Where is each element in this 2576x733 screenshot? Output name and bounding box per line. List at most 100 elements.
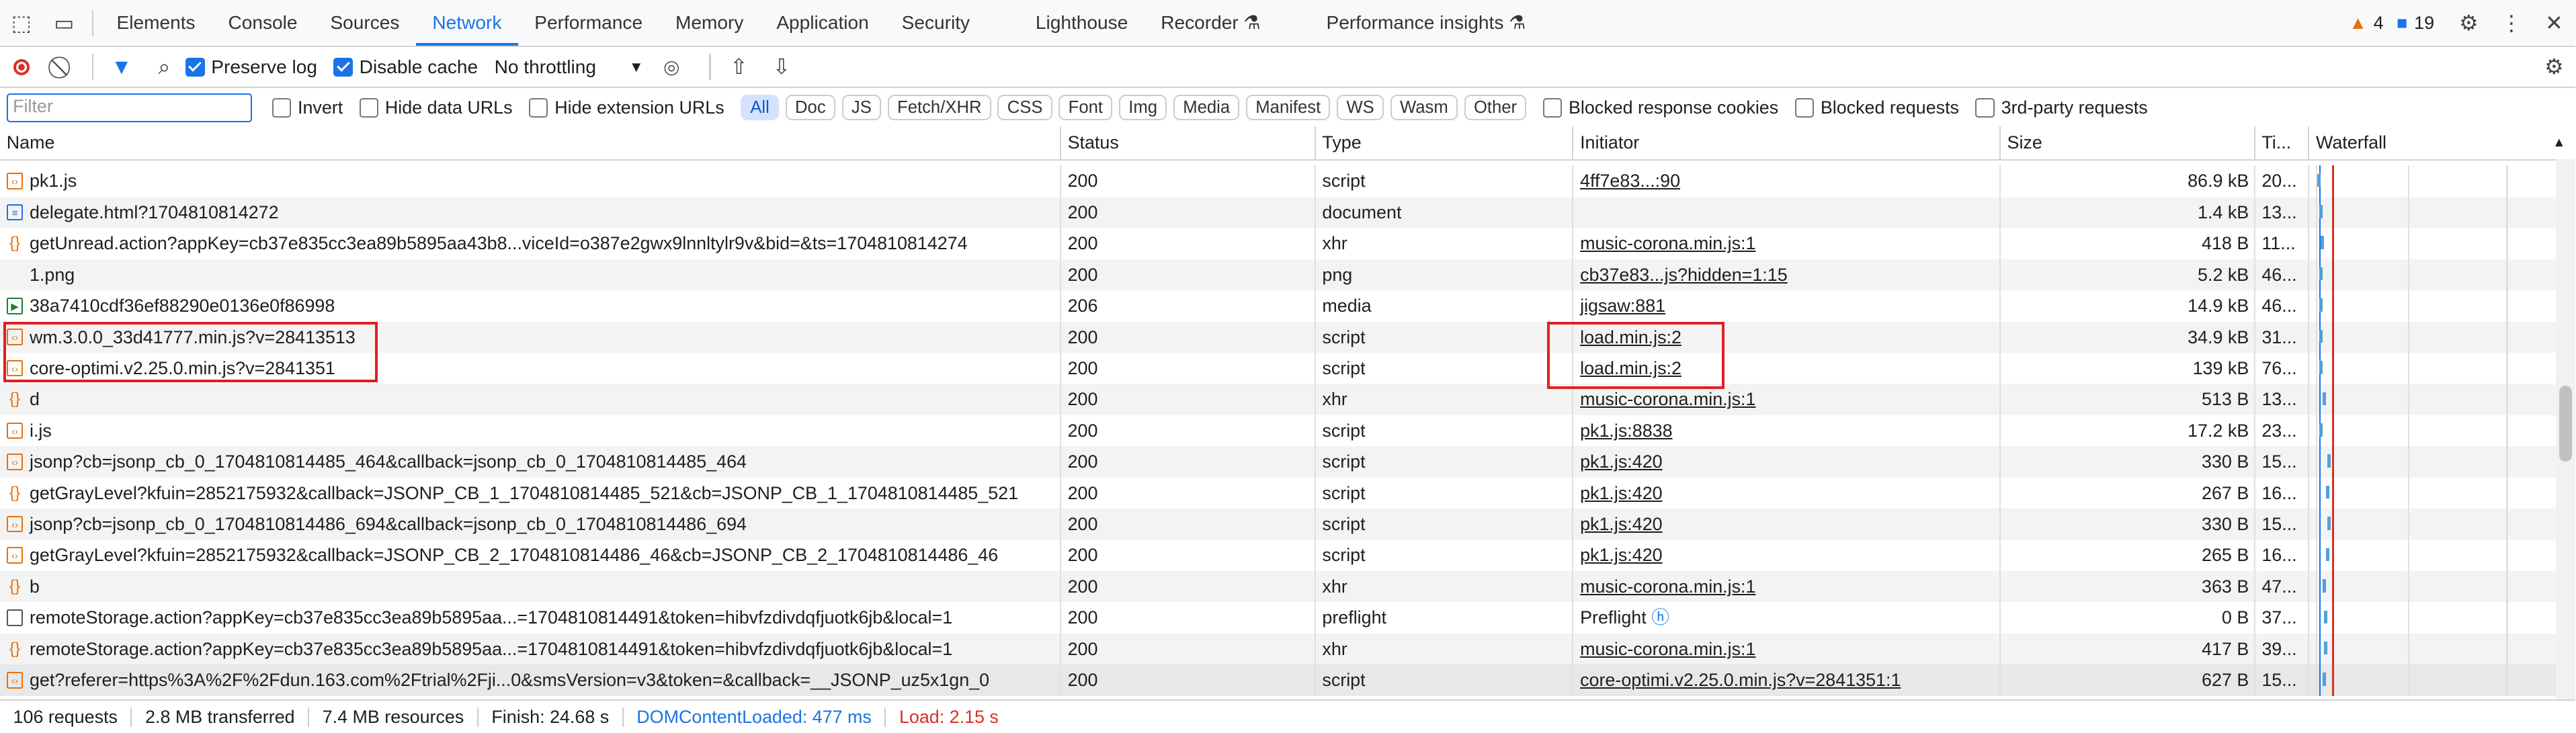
tab-elements[interactable]: Elements [100,0,212,46]
filter-chip-all[interactable]: All [741,95,780,121]
more-options-icon[interactable]: ⋮ [2490,1,2533,44]
import-har-icon[interactable]: ⇧ [718,46,761,89]
table-row[interactable]: {} getGrayLevel?kfuin=2852175932&callback… [0,477,2575,509]
column-name[interactable]: Name [0,126,1061,160]
table-row[interactable]: ‹› i.js 200 script pk1.js:8838 17.2 kB 23... [0,415,2575,447]
column-time[interactable]: Ti... [2255,126,2310,160]
tab-recorder[interactable]: Recorder ⚗ [1145,0,1277,46]
table-row[interactable]: ‹› jsonp?cb=jsonp_cb_0_1704810814485_464&… [0,446,2576,478]
initiator-link[interactable]: pk1.js:420 [1580,483,1663,503]
filter-chip-font[interactable]: Font [1058,95,1113,121]
table-row[interactable]: remoteStorage.action?appKey=cb37e835cc3e… [0,602,2575,634]
column-initiator[interactable]: Initiator [1573,126,2001,160]
table-row[interactable]: ‹› core-optimi.v2.25.0.min.js?v=2841351 20… [0,352,2575,384]
cell-initiator[interactable]: pk1.js:420 [1573,477,2001,509]
settings-gear-icon[interactable]: ⚙ [2448,1,2491,44]
initiator-link[interactable]: jigsaw:881 [1580,296,1665,316]
tab-console[interactable]: Console [212,0,314,46]
filter-chip-css[interactable]: CSS [997,95,1052,121]
filter-chip-wasm[interactable]: Wasm [1390,95,1458,121]
third-party-checkbox[interactable]: 3rd-party requests [1975,97,2148,118]
table-row[interactable]: ≡ delegate.html?1704810814272 200 document 1… [0,196,2576,228]
initiator-link[interactable]: core-optimi.v2.25.0.min.js?v=2841351:1 [1580,670,1901,690]
tab-performance[interactable]: Performance [518,0,659,46]
cell-name[interactable]: ‹› jsonp?cb=jsonp_cb_0_1704810814485_464&… [0,446,1061,478]
table-row[interactable]: {} d 200 xhr music-corona.min.js:1 513 B 13... [0,384,2576,415]
cell-name[interactable]: 1.png [0,259,1061,291]
issue-badges[interactable]: ▲ 4 ■ 19 [2349,13,2434,34]
cell-name[interactable]: ‹› getGrayLevel?kfuin=2852175932&callback… [0,540,1061,571]
cell-initiator[interactable]: jigsaw:881 [1573,290,2001,322]
tab-sources[interactable]: Sources [314,0,416,46]
table-row[interactable]: 1.png 200 png cb37e83...js?hidden=1:15 5.2 k… [0,259,2576,291]
table-row[interactable]: {} b 200 xhr music-corona.min.js:1 363 B 47... [0,570,2576,603]
invert-checkbox[interactable]: Invert [272,97,343,118]
disable-cache-checkbox[interactable]: Disable cache [333,56,478,78]
tab-security[interactable]: Security [885,0,986,46]
network-conditions-icon[interactable]: ◎ [663,56,680,78]
search-icon[interactable]: ⌕ [143,46,186,89]
cell-initiator[interactable]: music-corona.min.js:1 [1573,228,2001,259]
hide-extension-urls-checkbox[interactable]: Hide extension URLs [529,97,724,118]
network-settings-icon[interactable]: ⚙ [2533,46,2576,89]
initiator-link[interactable]: music-corona.min.js:1 [1580,389,1755,409]
filter-chip-manifest[interactable]: Manifest [1246,95,1331,121]
initiator-link[interactable]: music-corona.min.js:1 [1580,639,1755,659]
filter-chip-media[interactable]: Media [1173,95,1240,121]
initiator-link[interactable]: pk1.js:420 [1580,514,1663,534]
table-row[interactable]: ‹› jsonp?cb=jsonp_cb_0_1704810814486_694&… [0,509,2576,540]
preserve-log-checkbox[interactable]: Preserve log [185,56,317,78]
clear-icon[interactable]: ⃠ [43,46,86,89]
tab-memory[interactable]: Memory [659,0,760,46]
cell-name[interactable]: ‹› get?referer=https%3A%2F%2Fdun.163.com%… [0,664,1061,696]
close-icon[interactable]: ✕ [2533,1,2576,44]
throttling-select[interactable]: No throttling [495,56,596,78]
filter-chip-fetchxhr[interactable]: Fetch/XHR [887,95,991,121]
cell-initiator[interactable]: music-corona.min.js:1 [1573,570,2001,603]
blocked-cookies-checkbox[interactable]: Blocked response cookies [1542,97,1778,118]
cell-initiator[interactable]: pk1.js:8838 [1573,415,2001,447]
hide-data-urls-checkbox[interactable]: Hide data URLs [359,97,513,118]
table-row[interactable]: ‹› wm.3.0.0_33d41777.min.js?v=28413513 200… [0,321,2576,353]
table-row[interactable]: ‹› pk1.js 200 script 4ff7e83...:90 86.9 kB 20.… [0,165,2575,197]
table-row[interactable]: ‹› get?referer=https%3A%2F%2Fdun.163.com%… [0,664,2576,696]
filter-chip-other[interactable]: Other [1464,95,1527,121]
tab-network[interactable]: Network [415,0,518,46]
column-type[interactable]: Type [1316,126,1574,160]
filter-chip-doc[interactable]: Doc [785,95,835,121]
device-toolbar-icon[interactable]: ▭ [43,1,86,44]
cell-initiator[interactable]: music-corona.min.js:1 [1573,633,2001,665]
preflight-info-icon[interactable]: ⓗ [1647,607,1669,628]
filter-chip-img[interactable]: Img [1119,95,1167,121]
table-row[interactable]: {} remoteStorage.action?appKey=cb37e835cc… [0,633,2576,665]
filter-chip-js[interactable]: JS [841,95,882,121]
cell-name[interactable]: ‹› jsonp?cb=jsonp_cb_0_1704810814486_694&… [0,509,1061,540]
column-size[interactable]: Size [2001,126,2255,160]
cell-initiator[interactable]: pk1.js:420 [1573,540,2001,571]
initiator-link[interactable]: pk1.js:420 [1580,545,1663,565]
blocked-requests-checkbox[interactable]: Blocked requests [1794,97,1959,118]
cell-name[interactable]: {} b [0,570,1061,603]
cell-name[interactable]: {} getUnread.action?appKey=cb37e835cc3ea8… [0,228,1061,259]
filter-chip-ws[interactable]: WS [1337,95,1384,121]
table-row[interactable]: ▶ 38a7410cdf36ef88290e0136e0f86998 206 medi… [0,290,2575,322]
scrollbar-thumb[interactable] [2559,386,2573,462]
filter-icon[interactable]: ▼ [100,46,143,89]
initiator-link[interactable]: music-corona.min.js:1 [1580,576,1755,597]
initiator-link[interactable]: pk1.js:420 [1580,451,1663,472]
cell-name[interactable]: ▶ 38a7410cdf36ef88290e0136e0f86998 [0,290,1061,322]
table-row[interactable]: {} getUnread.action?appKey=cb37e835cc3ea8… [0,228,2575,259]
cell-name[interactable]: {} remoteStorage.action?appKey=cb37e835cc… [0,633,1061,665]
initiator-link[interactable]: pk1.js:8838 [1580,421,1672,441]
column-status[interactable]: Status [1061,126,1316,160]
cell-initiator[interactable]: core-optimi.v2.25.0.min.js?v=2841351:1 [1573,664,2001,696]
initiator-link[interactable]: cb37e83...js?hidden=1:15 [1580,265,1788,285]
cell-name[interactable]: {} getGrayLevel?kfuin=2852175932&callback… [0,477,1061,509]
cell-name[interactable]: {} d [0,384,1061,415]
initiator-link[interactable]: 4ff7e83...:90 [1580,171,1680,191]
cell-initiator[interactable]: 4ff7e83...:90 [1573,165,2001,197]
scrollbar[interactable] [2555,159,2576,700]
record-icon[interactable] [0,46,43,89]
tab-application[interactable]: Application [760,0,885,46]
cell-name[interactable]: ‹› i.js [0,415,1061,447]
